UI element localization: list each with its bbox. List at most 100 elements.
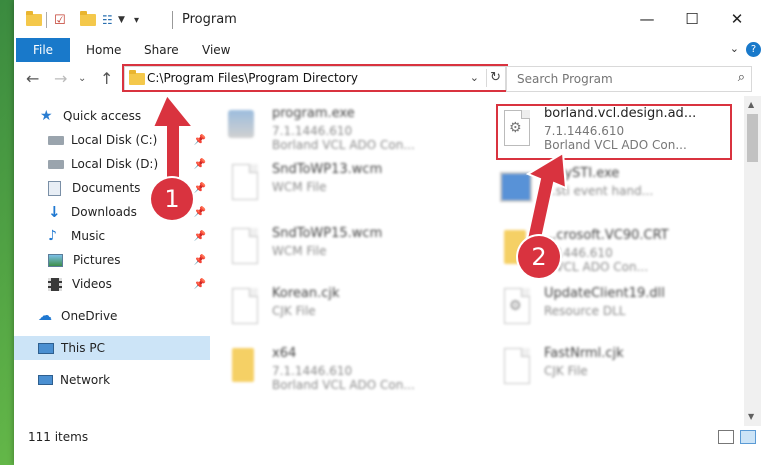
back-arrow-icon[interactable]: ← [26,69,39,88]
pin-icon[interactable]: 📌 [194,159,206,170]
pin-icon[interactable]: 📌 [194,231,206,242]
file-name: Korean.cjk [272,286,340,301]
step-badge-2: 2 [518,236,560,278]
sidebar-item-music[interactable]: ♪ Music 📌 [14,224,210,248]
vertical-scrollbar[interactable]: ▲ ▼ [744,96,761,426]
up-arrow-icon[interactable]: ↑ [100,69,113,88]
navigation-bar: ← → ⌄ ↑ C:\Program Files\Program Directo… [14,62,769,96]
tab-share[interactable]: Share [142,38,181,62]
list-item[interactable]: Korean.cjk CJK File [224,284,464,332]
cloud-icon: ☁ [38,308,52,324]
sidebar-item-label: Network [60,373,111,387]
quick-access-menu-icon[interactable]: ▾ [134,11,139,29]
customize-icon[interactable]: ☷ [102,11,113,29]
file-name: ...crosoft.VC90.CRT [544,228,669,243]
file-name: program.exe [272,106,355,121]
sidebar-item-videos[interactable]: Videos 📌 [14,272,210,296]
item-count: 111 items [28,430,89,444]
chevron-down-icon[interactable]: ▼ [118,11,125,29]
sidebar-item-label: Music [71,229,106,243]
file-description: ...sti event hand... [544,184,654,198]
expand-ribbon-icon[interactable]: ⌄ [730,42,739,55]
list-item[interactable]: FastNrml.cjk CJK File [496,344,736,392]
file-description: Borland VCL ADO Con... [272,138,415,152]
minimize-button[interactable]: — [625,5,669,33]
pin-icon[interactable]: 📌 [194,183,206,194]
search-box[interactable]: ⌕ [506,66,752,92]
sidebar-item-onedrive[interactable]: ☁ OneDrive [14,304,210,328]
sidebar-item-label: Local Disk (D:) [71,157,159,171]
pin-icon[interactable]: 📌 [194,207,206,218]
close-button[interactable]: ✕ [715,5,759,33]
file-version: 7.1.1446.610 [272,364,353,378]
tab-home[interactable]: Home [84,38,123,62]
pin-icon[interactable]: 📌 [194,255,206,266]
recent-locations-icon[interactable]: ⌄ [78,73,86,84]
explorer-window: ☑ ☷ ▼ ▾ Program — ☐ ✕ File Home Share Vi… [14,0,769,465]
sidebar-item-label: Local Disk (C:) [71,133,158,147]
pin-icon[interactable]: 📌 [194,135,206,146]
list-item[interactable]: ...aySTI.exe ...sti event hand... [496,164,736,212]
properties-icon[interactable]: ☑ [54,11,66,29]
tab-view[interactable]: View [200,38,232,62]
step-badge-1: 1 [151,178,193,220]
music-icon: ♪ [48,228,57,244]
maximize-button[interactable]: ☐ [670,5,714,33]
file-version: 7.1.1446.610 [272,124,353,138]
sidebar-item-local-disk-d[interactable]: Local Disk (D:) 📌 [14,152,210,176]
file-description: Borland VCL ADO Con... [272,378,415,392]
ribbon: File Home Share View ⌄ ? [14,38,769,63]
list-item[interactable]: SndToWP15.wcm WCM File [224,224,464,272]
details-view-icon[interactable] [718,430,734,444]
sidebar-item-quick-access[interactable]: ★ Quick access [14,104,210,128]
drive-icon [48,135,64,145]
list-item[interactable]: x64 7.1.1446.610 Borland VCL ADO Con... [224,344,464,392]
sidebar-item-local-disk-c[interactable]: Local Disk (C:) 📌 [14,128,210,152]
file-icon [228,228,258,266]
list-item[interactable]: SndToWP13.wcm WCM File [224,160,464,208]
file-list: program.exe 7.1.1446.610 Borland VCL ADO… [224,96,744,426]
pin-icon[interactable]: 📌 [194,279,206,290]
file-name: FastNrml.cjk [544,346,624,361]
sidebar-item-label: Pictures [73,253,121,267]
list-item[interactable]: program.exe 7.1.1446.610 Borland VCL ADO… [224,104,464,152]
file-type: WCM File [272,244,327,258]
sidebar-item-label: Documents [72,181,141,195]
forward-arrow-icon[interactable]: → [54,69,67,88]
file-description: ...VCL ADO Con... [544,260,649,274]
scroll-down-icon[interactable]: ▼ [748,412,754,421]
search-icon[interactable]: ⌕ [738,70,745,85]
scroll-up-icon[interactable]: ▲ [748,100,754,109]
navigation-pane: ★ Quick access Local Disk (C:) 📌 Local D… [14,96,210,426]
star-icon: ★ [40,108,53,124]
folder-icon [232,348,254,382]
documents-icon [48,180,61,196]
sidebar-item-label: Videos [72,277,112,291]
program-exe-icon [228,110,254,138]
file-icon [228,164,258,202]
file-name: UpdateClient19.dll [544,286,665,301]
title-bar: ☑ ☷ ▼ ▾ Program — ☐ ✕ [14,0,769,38]
sidebar-item-pictures[interactable]: Pictures 📌 [14,248,210,272]
status-bar: 111 items [14,426,769,448]
sidebar-item-label: OneDrive [61,309,118,323]
list-item[interactable]: ⚙ UpdateClient19.dll Resource DLL [496,284,736,332]
large-icons-view-icon[interactable] [740,430,756,444]
sidebar-item-label: This PC [61,341,105,355]
sidebar-item-network[interactable]: Network [14,368,210,392]
address-highlight [122,64,508,92]
sidebar-item-this-pc[interactable]: This PC [14,336,210,360]
file-name: ...aySTI.exe [544,166,620,181]
search-input[interactable] [515,70,719,88]
file-name: SndToWP15.wcm [272,226,383,241]
scroll-thumb[interactable] [747,114,758,162]
new-folder-icon[interactable] [80,11,96,29]
network-icon [38,375,53,385]
file-name: SndToWP13.wcm [272,162,383,177]
sidebar-item-label: Downloads [71,205,137,219]
computer-icon [38,342,54,354]
help-icon[interactable]: ? [746,42,761,57]
file-type: Resource DLL [544,304,626,318]
file-type: CJK File [544,364,588,378]
tab-file[interactable]: File [16,38,70,62]
